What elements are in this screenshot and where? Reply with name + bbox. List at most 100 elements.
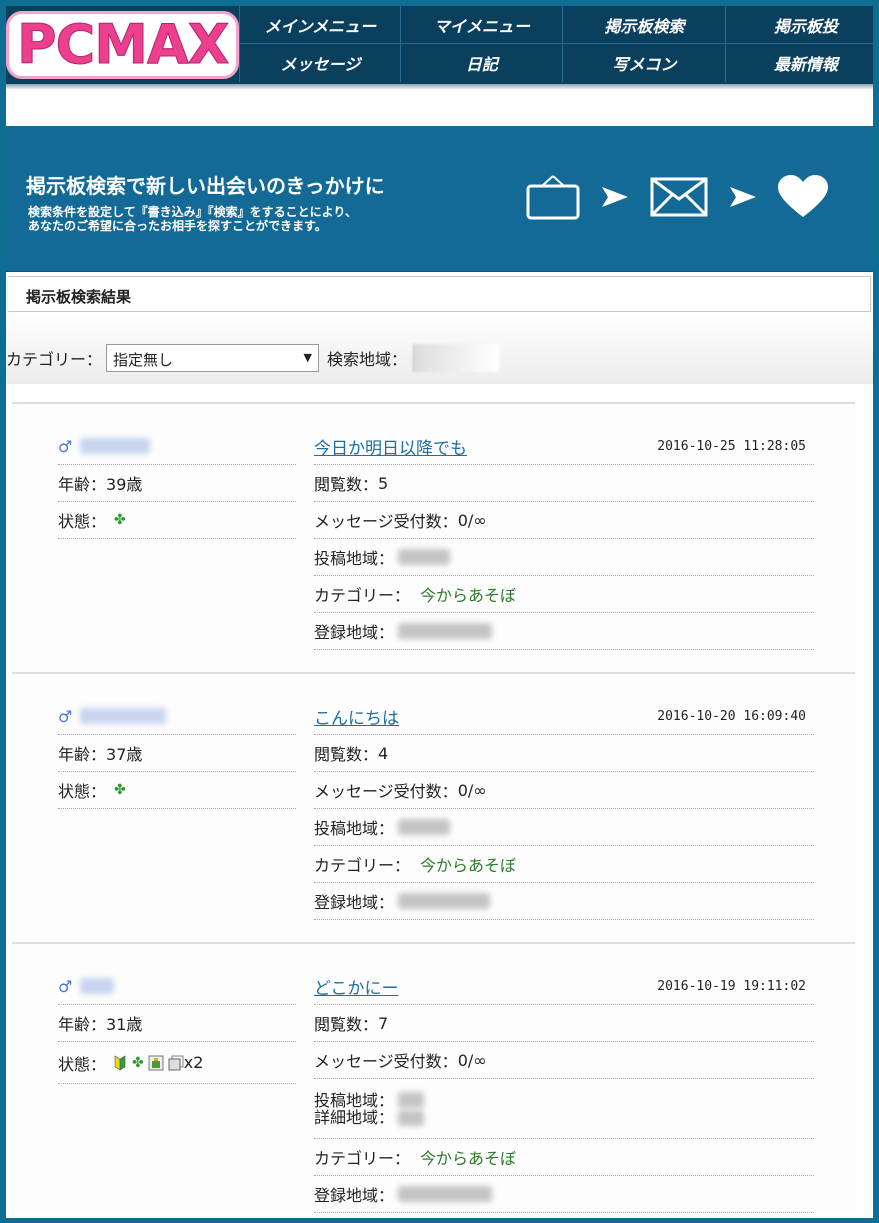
nav-photo-contest[interactable]: 写メコン [562, 44, 725, 82]
category-value: 今からあそぼ [420, 1149, 517, 1168]
user-name-link[interactable] [80, 978, 115, 994]
heart-icon [778, 175, 828, 217]
post-region-label: 投稿地域： [314, 1090, 395, 1110]
clover-icon: ✤ [132, 1054, 144, 1071]
post-user-info: ♂ 年齢： 39歳 状態： ✤ [58, 428, 296, 539]
messages-label: メッセージ受付数： [314, 512, 458, 531]
board-search-banner: 掲示板検索で新しい出会いのきっかけに 検索条件を設定して『書き込み』『検索』をす… [6, 126, 873, 272]
nav-message[interactable]: メッセージ [239, 44, 400, 82]
views-label: 閲覧数： [314, 745, 379, 764]
post-region-row: 投稿地域： [314, 809, 814, 846]
status-row: 状態： ✤ [58, 502, 296, 539]
user-name-row: ♂ [58, 698, 296, 735]
status-label: 状態： [58, 782, 107, 801]
age-label: 年齢： [58, 1015, 107, 1034]
views-row: 閲覧数： 5 [314, 465, 814, 502]
age-row: 年齢： 37歳 [58, 735, 296, 772]
post-details: こんにちは 2016-10-20 16:09:40 閲覧数： 4 メッセージ受付… [314, 698, 814, 920]
nav-latest-info[interactable]: 最新情報 [725, 44, 873, 82]
category-row: カテゴリー： 今からあそぼ [314, 846, 814, 883]
post-title-row: こんにちは 2016-10-20 16:09:40 [314, 698, 814, 735]
post-card: ♂ 年齢： 39歳 状態： ✤ 今日か明日以降でも 2016-10-25 11:… [12, 402, 855, 672]
photo-icon [148, 1055, 164, 1070]
banner-title: 掲示板検索で新しい出会いのきっかけに [26, 174, 385, 198]
male-icon: ♂ [58, 976, 73, 996]
category-select[interactable]: 指定無し ▼ [106, 344, 320, 372]
category-select-value: 指定無し [113, 351, 174, 369]
site-header: PCMAX メインメニュー マイメニュー 掲示板検索 掲示板投 メッセージ 日記… [6, 6, 873, 84]
status-icons: ✤ x2 [112, 1053, 203, 1072]
post-title-link[interactable]: どこかにー [314, 974, 399, 999]
category-label: カテゴリー： [6, 350, 103, 369]
category-value: 今からあそぼ [420, 586, 517, 605]
category-row: カテゴリー： 今からあそぼ [314, 1139, 814, 1176]
page-frame: PCMAX メインメニュー マイメニュー 掲示板検索 掲示板投 メッセージ 日記… [0, 0, 879, 1223]
banner-subtitle: 検索条件を設定して『書き込み』『検索』をすることにより、 あなたのご希望に合った… [28, 205, 357, 233]
user-name-link[interactable] [80, 438, 151, 454]
reg-region-value [398, 893, 491, 909]
nav-my-menu[interactable]: マイメニュー [400, 6, 563, 44]
nav-board-search[interactable]: 掲示板検索 [562, 6, 726, 44]
views-row: 閲覧数： 7 [314, 1005, 814, 1042]
age-row: 年齢： 39歳 [58, 465, 296, 502]
post-title-link[interactable]: 今日か明日以降でも [314, 434, 467, 459]
status-label: 状態： [58, 1054, 107, 1074]
user-name-row: ♂ [58, 428, 296, 465]
nav-diary[interactable]: 日記 [400, 44, 562, 82]
clover-icon: ✤ [114, 782, 126, 798]
age-value: 31歳 [106, 1015, 143, 1034]
post-title-link[interactable]: こんにちは [314, 704, 399, 729]
region-labels: 投稿地域： 詳細地域： [314, 1092, 394, 1126]
status-label: 状態： [58, 512, 107, 531]
age-label: 年齢： [58, 475, 107, 494]
beginner-mark-icon [114, 1054, 126, 1071]
arrow-right-icon [602, 187, 628, 207]
post-user-info: ♂ 年齢： 31歳 状態： ✤ x2 [58, 968, 296, 1084]
views-value: 4 [378, 743, 389, 763]
category-row-label: カテゴリー： [314, 1149, 411, 1168]
post-region-label: 投稿地域： [314, 819, 395, 838]
post-region-label: 投稿地域： [314, 549, 395, 568]
category-value: 今からあそぼ [420, 856, 517, 875]
nav-board-post[interactable]: 掲示板投 [725, 6, 873, 44]
nav-main-menu[interactable]: メインメニュー [239, 6, 401, 44]
age-row: 年齢： 31歳 [58, 1005, 296, 1042]
messages-row: メッセージ受付数： 0/∞ [314, 502, 814, 539]
views-row: 閲覧数： 4 [314, 735, 814, 772]
post-date: 2016-10-19 19:11:02 [657, 978, 806, 994]
messages-row: メッセージ受付数： 0/∞ [314, 772, 814, 809]
category-row-label: カテゴリー： [314, 586, 411, 605]
filter-bar: カテゴリー： 指定無し ▼ 検索地域： [6, 312, 873, 384]
main-nav: メインメニュー マイメニュー 掲示板検索 掲示板投 メッセージ 日記 写メコン … [239, 6, 873, 84]
views-label: 閲覧数： [314, 475, 379, 494]
photo-count: x2 [183, 1053, 204, 1072]
age-label: 年齢： [58, 745, 107, 764]
messages-value: 0/∞ [457, 1050, 487, 1070]
region-select[interactable] [413, 344, 500, 372]
age-value: 39歳 [106, 475, 143, 494]
category-row: カテゴリー： 今からあそぼ [314, 576, 814, 613]
reg-region-label: 登録地域： [314, 1186, 395, 1205]
logo[interactable]: PCMAX [6, 6, 240, 84]
post-date: 2016-10-25 11:28:05 [657, 438, 806, 454]
banner-icons [526, 174, 828, 220]
post-list: ♂ 年齢： 39歳 状態： ✤ 今日か明日以降でも 2016-10-25 11:… [6, 384, 873, 1213]
section-title: 掲示板検索結果 [8, 276, 871, 312]
logo-text: PCMAX [6, 11, 240, 79]
post-user-info: ♂ 年齢： 37歳 状態： ✤ [58, 698, 296, 809]
post-region-value [398, 1091, 425, 1108]
user-name-link[interactable] [80, 708, 167, 724]
post-region-value [398, 549, 451, 565]
post-region-value [398, 819, 451, 835]
post-card: ♂ 年齢： 31歳 状態： ✤ x2 どこかにー 2016-10-19 19:1… [12, 942, 855, 1213]
mail-icon [650, 177, 708, 217]
male-icon: ♂ [58, 436, 73, 456]
reg-region-row: 登録地域： [314, 613, 814, 650]
user-name-row: ♂ [58, 968, 296, 1005]
detail-region-label: 詳細地域： [314, 1107, 395, 1127]
male-icon: ♂ [58, 706, 73, 726]
reg-region-value [398, 1186, 493, 1202]
views-label: 閲覧数： [314, 1015, 379, 1034]
category-row-label: カテゴリー： [314, 856, 411, 875]
